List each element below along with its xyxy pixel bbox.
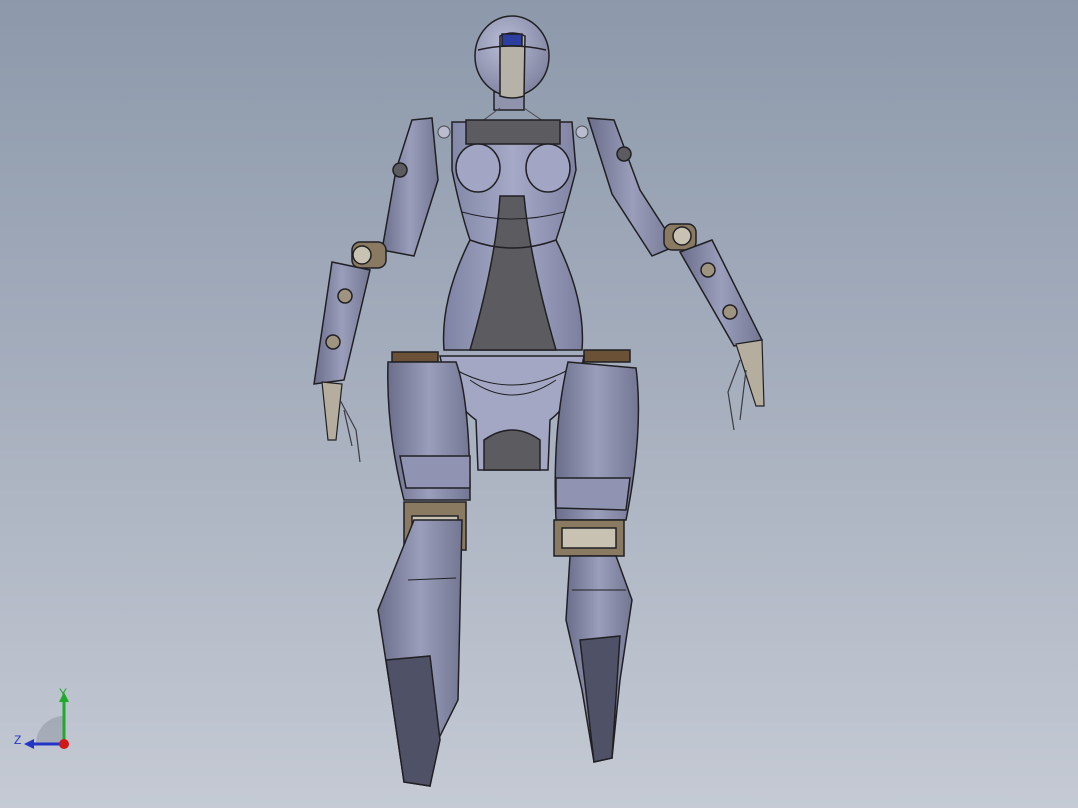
right-upper-arm[interactable] xyxy=(586,117,678,257)
head[interactable] xyxy=(474,15,550,111)
left-forearm[interactable] xyxy=(313,261,371,385)
y-axis-label: Y xyxy=(59,686,67,700)
z-axis-label: Z xyxy=(14,733,21,747)
x-axis-dot-icon xyxy=(59,739,69,749)
torso[interactable] xyxy=(442,119,584,351)
reference-triad: Y Z xyxy=(14,686,69,749)
left-hand[interactable] xyxy=(321,381,361,463)
right-lower-leg[interactable] xyxy=(565,555,633,763)
right-thigh[interactable] xyxy=(554,361,640,521)
left-upper-arm[interactable] xyxy=(381,117,439,257)
triad-plane-icon xyxy=(36,716,64,744)
right-elbow-joint[interactable] xyxy=(663,223,697,251)
robot-3d-model[interactable] xyxy=(0,0,1078,808)
left-thigh[interactable] xyxy=(387,361,471,501)
left-elbow-joint[interactable] xyxy=(351,241,387,269)
right-knee-joint[interactable] xyxy=(553,519,625,557)
right-forearm[interactable] xyxy=(678,239,764,347)
right-hand[interactable] xyxy=(727,339,765,431)
left-lower-leg[interactable] xyxy=(377,519,463,787)
graphics-viewport[interactable]: Y Z xyxy=(0,0,1078,808)
head-visor xyxy=(501,33,523,47)
